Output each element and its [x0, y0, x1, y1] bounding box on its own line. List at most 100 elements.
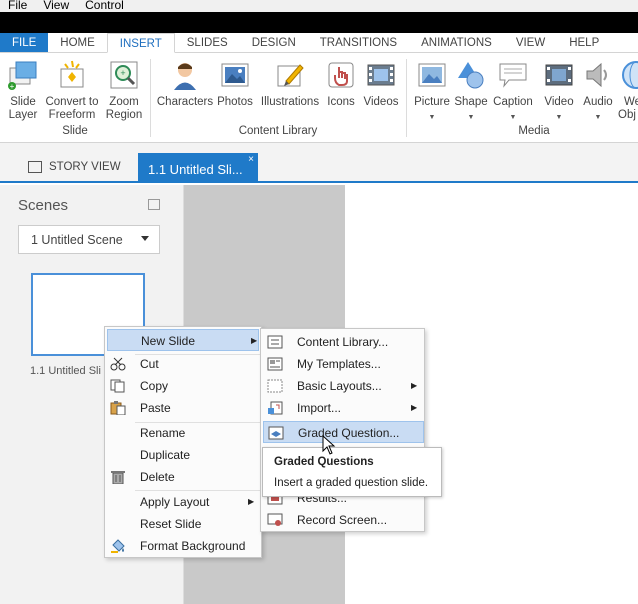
- zoom-region-button[interactable]: + Zoom Region: [104, 59, 144, 122]
- shape-dropdown-icon[interactable]: ▼: [453, 111, 489, 124]
- convert-freeform-button[interactable]: Convert to Freeform: [43, 59, 101, 122]
- ribbon-tabs: FILE HOME INSERT SLIDES DESIGN TRANSITIO…: [0, 33, 638, 53]
- video-button[interactable]: Video ▼: [541, 59, 577, 124]
- graded-question-icon: [268, 426, 284, 440]
- film-icon: [367, 64, 395, 86]
- icons-button[interactable]: Icons: [325, 59, 357, 109]
- submenu-arrow-icon: ▶: [411, 403, 418, 412]
- character-icon: [174, 63, 196, 90]
- menu-item-apply-layout[interactable]: Apply Layout ▶: [105, 491, 261, 513]
- hand-icon: [328, 62, 354, 88]
- caption-button[interactable]: Caption ▼: [491, 59, 535, 124]
- video-dropdown-icon[interactable]: ▼: [541, 111, 577, 124]
- shape-button[interactable]: Shape ▼: [453, 59, 489, 124]
- submenu-item-my-templates[interactable]: My Templates...: [261, 353, 424, 375]
- close-icon[interactable]: ×: [248, 154, 254, 165]
- menu-item-rename[interactable]: Rename: [105, 422, 261, 444]
- menu-item-label: Reset Slide: [140, 517, 202, 531]
- library-icon: [267, 335, 283, 349]
- tab-help[interactable]: HELP: [557, 33, 611, 52]
- submenu-item-basic-layouts[interactable]: Basic Layouts... ▶: [261, 375, 424, 397]
- speaker-icon: [586, 62, 607, 88]
- web-object-icon: [622, 61, 638, 89]
- graded-question-tooltip: Graded Questions Insert a graded questio…: [262, 447, 442, 497]
- picture-icon: [418, 63, 446, 87]
- menu-item-paste[interactable]: Paste: [105, 397, 261, 419]
- convert-freeform-label-2: Freeform: [48, 109, 96, 121]
- group-separator: [406, 59, 407, 137]
- submenu-item-label: My Templates...: [297, 357, 381, 371]
- tab-animations[interactable]: ANIMATIONS: [409, 33, 504, 52]
- slide-layer-icon: +: [8, 61, 37, 91]
- submenu-item-label: Basic Layouts...: [297, 379, 382, 393]
- mouse-cursor-icon: [322, 435, 336, 455]
- shape-icon: [458, 62, 484, 89]
- characters-label: Characters: [156, 96, 214, 108]
- videos-button[interactable]: Videos: [360, 59, 402, 109]
- menu-item-cut[interactable]: Cut: [105, 353, 261, 375]
- picture-dropdown-icon[interactable]: ▼: [412, 111, 452, 124]
- slide-layer-button[interactable]: + Slide Layer: [6, 59, 40, 122]
- menu-item-copy[interactable]: Copy: [105, 375, 261, 397]
- slide-thumbnail-label: 1.1 Untitled Sli: [30, 365, 101, 377]
- illustrations-label: Illustrations: [260, 96, 320, 108]
- tab-insert[interactable]: INSERT: [106, 33, 175, 53]
- menu-file[interactable]: File: [8, 0, 27, 11]
- caption-dropdown-icon[interactable]: ▼: [491, 111, 535, 124]
- submenu-item-record-screen[interactable]: Record Screen...: [261, 509, 424, 531]
- panel-pin-icon[interactable]: [148, 199, 160, 210]
- menu-item-new-slide[interactable]: New Slide ▶: [107, 329, 259, 351]
- photo-icon: [221, 63, 249, 87]
- illustration-icon: [277, 64, 304, 87]
- photos-button[interactable]: Photos: [215, 59, 255, 109]
- tab-story-view[interactable]: STORY VIEW: [28, 161, 121, 173]
- submenu-item-content-library[interactable]: Content Library...: [261, 331, 424, 353]
- zoom-region-icon: +: [110, 61, 138, 89]
- svg-text:+: +: [10, 82, 15, 91]
- audio-dropdown-icon[interactable]: ▼: [580, 111, 616, 124]
- menu-bar: File View Control: [0, 0, 638, 12]
- menu-control[interactable]: Control: [85, 0, 124, 11]
- tab-slide[interactable]: 1.1 Untitled Sli... ×: [138, 153, 258, 183]
- menu-item-label: Delete: [140, 470, 175, 484]
- tab-transitions[interactable]: TRANSITIONS: [308, 33, 409, 52]
- submenu-item-label: Content Library...: [297, 335, 389, 349]
- tab-slides[interactable]: SLIDES: [175, 33, 240, 52]
- title-strip: [0, 12, 638, 33]
- ribbon: + Slide Layer Convert to Freeform + Zoom…: [0, 53, 638, 143]
- menu-item-delete[interactable]: Delete: [105, 466, 261, 488]
- document-tabs: STORY VIEW 1.1 Untitled Sli... ×: [0, 143, 638, 183]
- characters-button[interactable]: Characters: [156, 59, 214, 109]
- picture-button[interactable]: Picture ▼: [412, 59, 452, 124]
- submenu-item-import[interactable]: Import... ▶: [261, 397, 424, 419]
- web-object-button[interactable]: We Obj: [618, 59, 638, 122]
- menu-item-label: Cut: [140, 357, 159, 371]
- layouts-icon: [267, 379, 283, 393]
- menu-item-reset-slide[interactable]: Reset Slide: [105, 513, 261, 535]
- menu-item-label: Copy: [140, 379, 169, 393]
- menu-item-label: New Slide: [141, 334, 196, 348]
- tab-design[interactable]: DESIGN: [240, 33, 308, 52]
- scene-dropdown[interactable]: 1 Untitled Scene: [18, 225, 160, 254]
- record-screen-icon: [267, 513, 283, 526]
- story-view-label: STORY VIEW: [49, 161, 121, 173]
- illustrations-button[interactable]: Illustrations: [258, 59, 322, 109]
- audio-button[interactable]: Audio ▼: [580, 59, 616, 124]
- content-group-label: Content Library: [238, 125, 318, 137]
- menu-item-label: Format Background: [140, 539, 246, 553]
- tab-home[interactable]: HOME: [48, 33, 107, 52]
- svg-text:+: +: [120, 68, 125, 78]
- menu-item-duplicate[interactable]: Duplicate: [105, 444, 261, 466]
- tab-file[interactable]: FILE: [0, 33, 49, 52]
- tab-view[interactable]: VIEW: [504, 33, 557, 52]
- zoom-region-label-2: Region: [105, 109, 143, 121]
- slide-context-menu: New Slide ▶ Cut Copy Paste Rename Duplic…: [104, 326, 262, 558]
- tooltip-title: Graded Questions: [274, 456, 374, 468]
- tooltip-body: Insert a graded question slide.: [274, 477, 429, 489]
- menu-view[interactable]: View: [43, 0, 69, 11]
- menu-item-format-background[interactable]: Format Background: [105, 535, 261, 557]
- menu-item-label: Paste: [140, 401, 171, 415]
- templates-icon: [267, 357, 283, 371]
- submenu-item-label: Record Screen...: [297, 513, 388, 527]
- submenu-item-graded-question[interactable]: Graded Question...: [263, 421, 424, 443]
